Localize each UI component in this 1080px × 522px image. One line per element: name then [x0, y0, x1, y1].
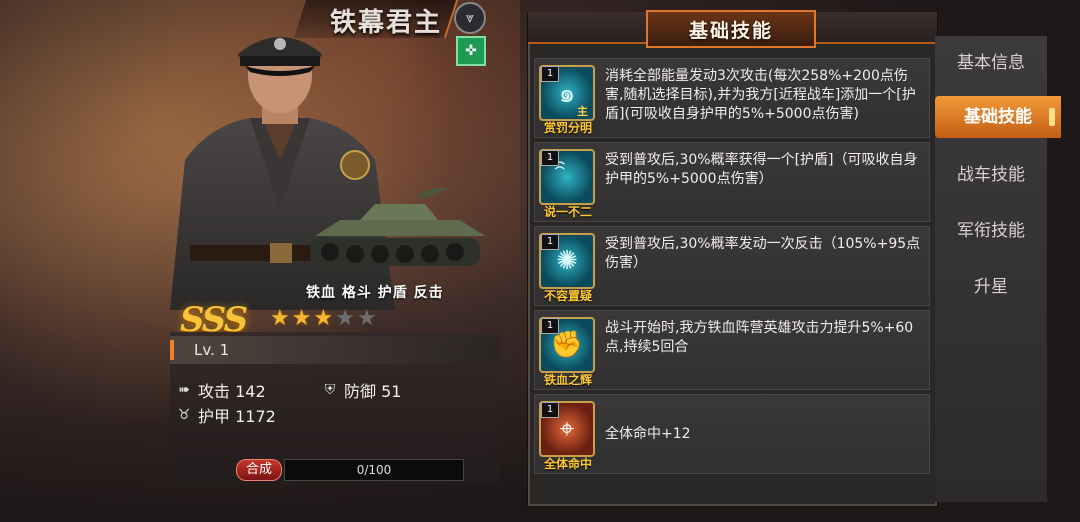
skill-row[interactable]: ⌖ 1 全体命中 全体命中+12	[534, 394, 930, 474]
skill-level-badge: 1	[541, 66, 559, 82]
skill-level-badge: 1	[541, 234, 559, 250]
level-marker	[170, 340, 174, 360]
attack-icon: ➠	[178, 382, 190, 398]
skill-description: 受到普攻后,30%概率获得一个[护盾]（可吸收自身护甲的5%+5000点伤害）	[605, 152, 918, 187]
skill-level-badge: 1	[541, 402, 559, 418]
shield-icon: ⛨	[324, 382, 336, 398]
skill-name: 赏罚分明	[543, 121, 592, 135]
hero-level: Lv. 1	[194, 341, 230, 359]
cross-class-icon[interactable]: ✜	[456, 36, 486, 66]
star-icon: ★	[313, 306, 334, 331]
skill-row[interactable]: ๑ 1 主赏罚分明 消耗全部能量发动3次攻击(每次258%+200点伤害,随机选择目标…	[534, 58, 930, 138]
tab-basic-info[interactable]: 基本信息	[935, 42, 1047, 84]
skill-row[interactable]: ✊ 1 铁血之辉 战斗开始时,我方铁血阵营英雄攻击力提升5%+60点,持续5回合	[534, 310, 930, 390]
skill-level-badge: 1	[541, 318, 559, 334]
skill-row[interactable]: ꩰ1说一不二受到普攻后,30%概率获得一个[护盾]（可吸收自身护甲的5%+500…	[534, 142, 930, 222]
star-icon: ★	[335, 306, 355, 331]
stat-defense-value: 防御 51	[344, 382, 402, 401]
star-icon: ★	[291, 306, 312, 331]
skill-description: 全体命中+12	[605, 426, 691, 442]
skill-main-tag: 主	[577, 105, 588, 118]
stat-armor: ♉ 护甲 1172	[174, 403, 276, 427]
tab-star-up[interactable]: 升星	[935, 266, 1047, 308]
tank-illustration	[310, 188, 491, 266]
tab-vehicle-skills[interactable]: 战车技能	[935, 154, 1047, 196]
hero-tags: 铁血 格斗 护盾 反击	[306, 285, 444, 301]
stat-attack-value: 攻击 142	[198, 382, 266, 401]
tab-basic-skills[interactable]: 基础技能	[935, 96, 1061, 138]
skill-level-badge: 1	[541, 150, 559, 166]
skill-description: 战斗开始时,我方铁血阵营英雄攻击力提升5%+60点,持续5回合	[605, 320, 914, 355]
skill-row[interactable]: ✺ 1 不容置疑 受到普攻后,30%概率发动一次反击（105%+95点伤害）	[534, 226, 930, 306]
tab-rank-skills[interactable]: 军衔技能	[935, 210, 1047, 252]
skill-description: 消耗全部能量发动3次攻击(每次258%+200点伤害,随机选择目标),并为我方[…	[605, 68, 916, 122]
armor-icon: ♉	[177, 407, 191, 423]
stat-defense: ⛨ 防御 51	[320, 378, 402, 402]
skill-description: 受到普攻后,30%概率发动一次反击（105%+95点伤害）	[605, 236, 921, 271]
skill-name: 全体命中	[543, 457, 592, 471]
star-icon: ★	[270, 306, 290, 331]
skill-name: 铁血之辉	[543, 373, 592, 387]
skill-name: 说一不二	[543, 205, 592, 219]
star-rating: ★ ★ ★ ★ ★	[270, 308, 377, 330]
shard-progress-bar: 0/100	[284, 459, 464, 481]
chevron-rank-icon[interactable]: ⩔	[454, 2, 486, 34]
star-icon: ★	[356, 306, 377, 331]
skill-name: 不容置疑	[543, 289, 592, 303]
compose-button[interactable]: 合成	[236, 459, 282, 481]
stat-armor-value: 护甲 1172	[198, 407, 276, 426]
shard-progress-text: 0/100	[356, 463, 392, 477]
stat-attack: ➠ 攻击 142	[174, 378, 266, 402]
skill-panel-title: 基础技能	[646, 10, 816, 48]
hero-name: 铁幕君主	[330, 8, 443, 38]
